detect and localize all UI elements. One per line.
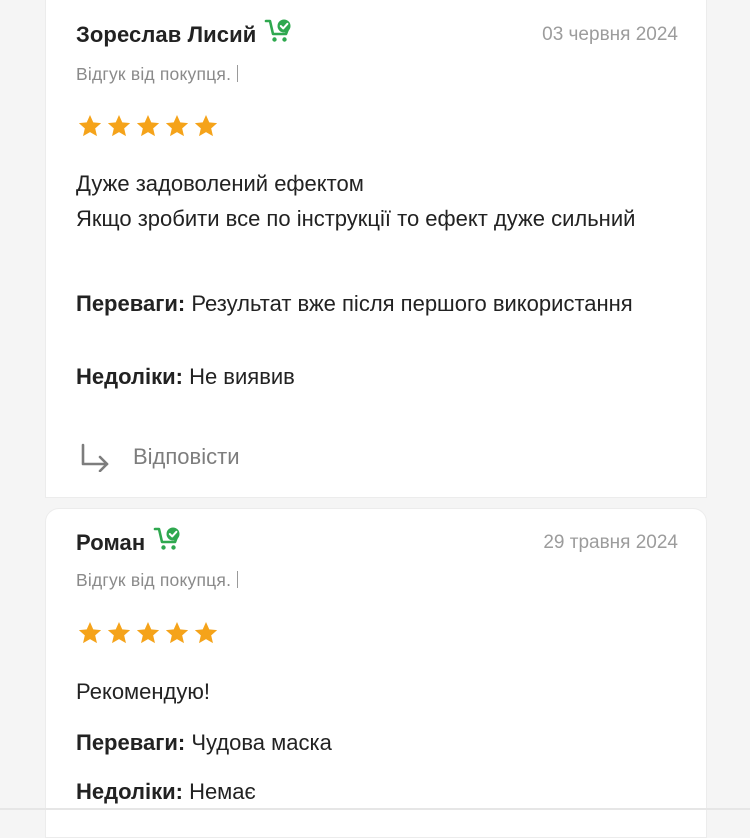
- reply-arrow-icon: [81, 443, 109, 472]
- star-icon: [194, 622, 218, 644]
- star-icon: [136, 115, 160, 137]
- star-icon: [194, 115, 218, 137]
- star-icon: [165, 115, 189, 137]
- buyer-cart-check-icon: [265, 19, 291, 42]
- star-rating: [76, 113, 220, 140]
- pros-text: Чудова маска: [191, 730, 332, 755]
- review-header: Зореслав Лисий 03 червня 2024: [76, 19, 678, 48]
- buyer-note: Відгук від покупця.: [76, 570, 239, 591]
- author-name[interactable]: Роман: [76, 530, 145, 556]
- review-author: Роман: [76, 527, 183, 556]
- star-rating: [76, 620, 220, 647]
- comment-line: Рекомендую!: [76, 679, 211, 704]
- pros-label: Переваги:: [76, 291, 186, 316]
- star-icon: [107, 622, 131, 644]
- review-comment: Дуже задоволений ефектом Якщо зробити вс…: [76, 166, 666, 236]
- buyer-note-text: Відгук від покупця.: [76, 64, 232, 84]
- comment-line: Дуже задоволений ефектом: [76, 171, 364, 196]
- star-icon: [136, 622, 160, 644]
- comment-line: Якщо зробити все по інструкції то ефект …: [76, 206, 636, 231]
- cons-label: Недоліки:: [76, 364, 183, 389]
- star-icon: [78, 115, 102, 137]
- review-card: Зореслав Лисий 03 червня 2024 Відгук від…: [45, 0, 707, 498]
- review-comment: Рекомендую!: [76, 674, 666, 709]
- review-pros: Переваги: Чудова маска: [76, 725, 666, 760]
- review-cons: Недоліки: Немає: [76, 774, 666, 809]
- pros-label: Переваги:: [76, 730, 186, 755]
- cons-text: Не виявив: [189, 364, 295, 389]
- buyer-note-text: Відгук від покупця.: [76, 570, 232, 590]
- divider: [0, 808, 750, 810]
- review-header: Роман 29 травня 2024: [76, 527, 678, 556]
- reply-label: Відповісти: [133, 444, 240, 469]
- review-card: Роман 29 травня 2024 Відгук від покупця.…: [45, 508, 707, 838]
- star-icon: [165, 622, 189, 644]
- review-date: 29 травня 2024: [543, 532, 678, 553]
- review-pros: Переваги: Результат вже після першого ви…: [76, 286, 666, 321]
- star-icon: [107, 115, 131, 137]
- review-cons: Недоліки: Не виявив: [76, 359, 666, 394]
- text-divider: [237, 65, 239, 82]
- review-author: Зореслав Лисий: [76, 19, 294, 48]
- buyer-cart-check-icon: [153, 527, 180, 550]
- reply-button[interactable]: Відповісти: [79, 442, 240, 472]
- star-icon: [78, 622, 102, 644]
- cons-label: Недоліки:: [76, 779, 183, 804]
- review-date: 03 червня 2024: [542, 24, 678, 45]
- author-name[interactable]: Зореслав Лисий: [76, 22, 256, 48]
- buyer-note: Відгук від покупця.: [76, 64, 239, 85]
- pros-text: Результат вже після першого використання: [191, 291, 633, 316]
- text-divider: [237, 571, 239, 588]
- cons-text: Немає: [189, 779, 256, 804]
